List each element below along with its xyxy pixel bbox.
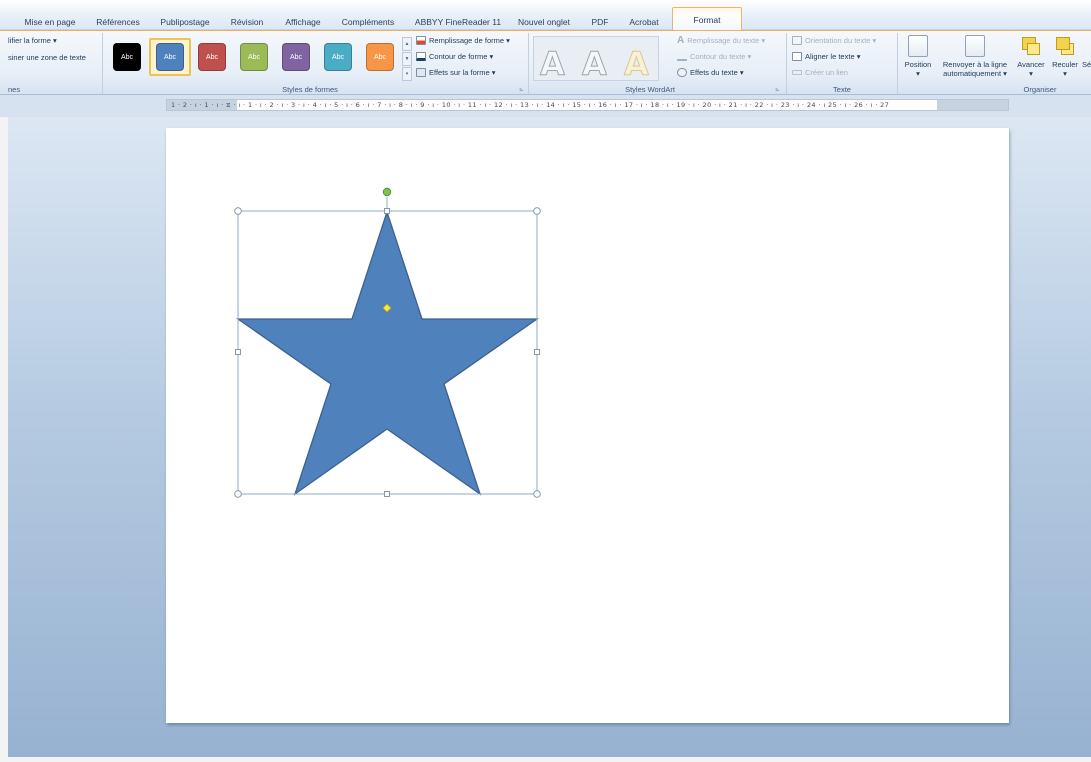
tab-pdf[interactable]: PDF — [586, 13, 614, 30]
position-icon — [908, 35, 928, 57]
create-link-button[interactable]: Créer un lien — [792, 68, 848, 77]
shape-style-blue[interactable]: Abc — [156, 43, 184, 71]
swatch-label: Abc — [205, 53, 219, 61]
paint-bucket-icon — [416, 36, 426, 45]
text-group-label: Texte — [833, 85, 851, 94]
dialog-launcher-icon[interactable]: ⊾ — [775, 86, 780, 93]
group-separator — [786, 33, 787, 94]
shape-style-purple[interactable]: Abc — [282, 43, 310, 71]
bring-forward-icon — [1021, 35, 1041, 57]
styles-gallery-scroll[interactable]: ▲ ▼ ▾ — [402, 37, 412, 81]
swatch-label: Abc — [163, 53, 177, 61]
text-effects-button[interactable]: Effets du texte ▾ — [677, 68, 744, 77]
text-direction-icon — [792, 36, 802, 45]
group-separator — [102, 33, 103, 94]
ribbon: lifier la forme ▾ siner une zone de text… — [0, 30, 1091, 95]
wordart-style-3[interactable]: A — [624, 45, 650, 84]
horizontal-ruler[interactable]: 1 · 2 · ı · 1 · ı · ⧖ · ı · 1 · ı · 2 · … — [166, 99, 1009, 111]
position-button[interactable]: Position ▾ — [902, 35, 934, 78]
shape-effects-button[interactable]: Effets sur la forme ▾ — [416, 68, 496, 77]
modify-shape-button[interactable]: lifier la forme ▾ — [8, 36, 57, 45]
shape-style-orange[interactable]: Abc — [366, 43, 394, 71]
text-fill-button[interactable]: A Remplissage du texte ▾ — [677, 35, 765, 46]
dialog-launcher-icon[interactable]: ⊾ — [519, 86, 524, 93]
swatch-label: Abc — [331, 53, 345, 61]
draw-textbox-button[interactable]: siner une zone de texte — [8, 53, 86, 62]
ribbon-tabs: Mise en page Références Publipostage Rév… — [0, 0, 1091, 31]
wordart-style-2[interactable]: A — [582, 45, 608, 84]
gallery-up-icon[interactable]: ▲ — [402, 37, 412, 51]
tab-publipostage[interactable]: Publipostage — [153, 13, 217, 30]
shape-style-green[interactable]: Abc — [240, 43, 268, 71]
group-separator — [528, 33, 529, 94]
tab-nouvel-onglet[interactable]: Nouvel onglet — [512, 13, 576, 30]
send-backward-icon — [1055, 35, 1075, 57]
link-icon — [792, 70, 802, 75]
insert-shapes-group-label: nes — [8, 85, 21, 94]
bring-forward-button[interactable]: Avancer ▾ — [1015, 35, 1047, 78]
swatch-label: Abc — [373, 53, 387, 61]
align-text-button[interactable]: Aligner le texte ▾ — [792, 52, 860, 61]
tab-acrobat[interactable]: Acrobat — [622, 13, 666, 30]
tab-mise-en-page[interactable]: Mise en page — [18, 13, 82, 30]
align-text-icon — [792, 52, 802, 61]
tab-references[interactable]: Références — [90, 13, 146, 30]
shape-styles-group-label: Styles de formes — [282, 85, 338, 94]
text-fill-icon: A — [677, 35, 685, 46]
ruler-margin-right — [937, 100, 1008, 110]
wordart-gallery[interactable]: A A A — [533, 36, 659, 84]
shape-fill-button[interactable]: Remplissage de forme ▾ — [416, 36, 510, 45]
swatch-label: Abc — [247, 53, 261, 61]
ruler-scale: 1 · 2 · ı · 1 · ı · ⧖ · ı · 1 · ı · 2 · … — [171, 101, 890, 109]
gallery-more-icon[interactable]: ▾ — [402, 67, 412, 81]
group-separator — [897, 33, 898, 94]
effects-icon — [416, 68, 426, 77]
swatch-label: Abc — [289, 53, 303, 61]
shape-outline-button[interactable]: Contour de forme ▾ — [416, 52, 493, 61]
shape-style-aqua[interactable]: Abc — [324, 43, 352, 71]
text-orientation-button[interactable]: Orientation du texte ▾ — [792, 36, 876, 45]
wrap-text-button[interactable]: Renvoyer à la ligne automatiquement ▾ — [938, 35, 1012, 78]
tab-revision[interactable]: Révision — [224, 13, 270, 30]
tab-format[interactable]: Format — [672, 7, 742, 31]
text-outline-button[interactable]: Contour du texte ▾ — [677, 52, 751, 61]
document-page[interactable] — [166, 128, 1009, 723]
swatch-label: Abc — [120, 53, 134, 61]
shape-style-black[interactable]: Abc — [113, 43, 141, 71]
text-effects-icon — [677, 68, 687, 77]
pen-icon — [416, 52, 426, 61]
tab-complements[interactable]: Compléments — [336, 13, 400, 30]
status-bar — [0, 757, 1091, 762]
arrange-group-label: Organiser — [1023, 85, 1057, 94]
tab-affichage[interactable]: Affichage — [278, 13, 328, 30]
wordart-style-1[interactable]: A — [540, 45, 566, 84]
gallery-down-icon[interactable]: ▼ — [402, 52, 412, 66]
wrap-text-icon — [965, 35, 985, 57]
shape-style-red[interactable]: Abc — [198, 43, 226, 71]
send-backward-button[interactable]: Reculer ▾ — [1049, 35, 1081, 78]
wordart-group-label: Styles WordArt — [625, 85, 675, 94]
selection-pane-button[interactable]: Sé — [1082, 35, 1091, 69]
tab-abbyy[interactable]: ABBYY FineReader 11 — [410, 13, 506, 30]
text-outline-icon — [677, 52, 687, 61]
